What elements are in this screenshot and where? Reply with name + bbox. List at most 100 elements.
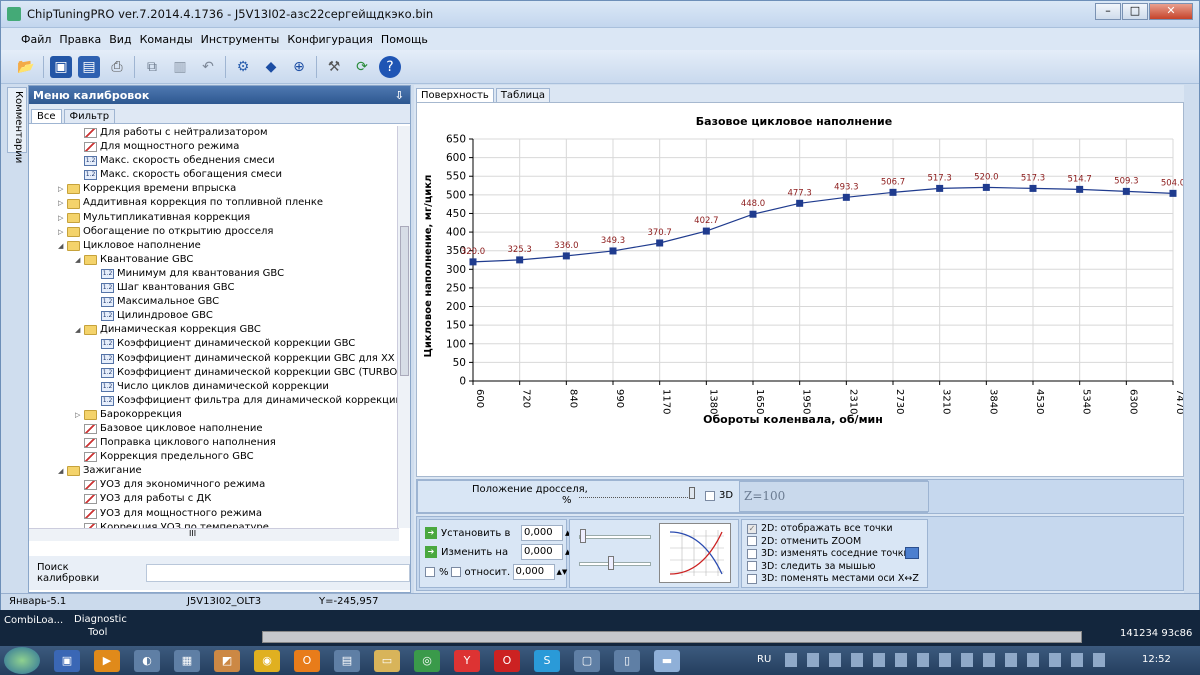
language-indicator[interactable]: RU [757,654,771,665]
bg-app-1[interactable]: CombiLoa... [4,615,63,626]
copy-icon[interactable]: ⧉ [141,56,163,78]
comments-side-tab[interactable]: Комментарии [7,87,27,163]
data-point[interactable] [842,193,850,201]
tab-surface[interactable]: Поверхность [416,88,494,102]
set-value-input[interactable]: 0,000 [521,525,563,541]
task-app-icon-3[interactable]: ◐ [134,649,160,672]
refresh-icon[interactable]: ⟳ [351,56,373,78]
data-point[interactable] [656,239,664,247]
tree-item[interactable]: 1.2 Максимальное GBC [29,295,399,309]
tree-item[interactable]: УОЗ для работы с ДК [29,492,399,506]
bg-app-2-line1[interactable]: Diagnostic [74,614,127,625]
task-ok-icon[interactable]: О [294,649,320,672]
tree-item[interactable]: Коррекция предельного GBC [29,450,399,464]
task-yandex-icon[interactable]: Y [454,649,480,672]
undo-icon[interactable]: ↶ [197,56,219,78]
tree-item[interactable]: УОЗ для экономичного режима [29,478,399,492]
close-button[interactable]: ✕ [1149,3,1193,20]
throttle-slider[interactable] [579,497,694,501]
task-app-icon-1[interactable]: ▣ [54,649,80,672]
task-app-icon-15[interactable]: ▯ [614,649,640,672]
data-point[interactable] [1122,187,1130,195]
grid-view-icon[interactable] [905,547,919,559]
option-edit-neighbors-checkbox[interactable] [747,548,757,559]
tree-item[interactable]: ▷ Барокоррекция [29,408,399,422]
slider-handle-1[interactable] [580,529,586,543]
tab-table[interactable]: Таблица [495,88,551,102]
tree-item[interactable]: 1.2 Макс. скорость обогащения смеси [29,168,399,182]
tree-item[interactable]: ◢ Динамическая коррекция GBC [29,323,399,337]
menu-help[interactable]: Помощь [381,33,428,46]
throttle-slider-handle[interactable] [689,487,695,499]
scroll-thumb[interactable] [400,226,409,376]
tree-item[interactable]: ◢ Зажигание [29,464,399,478]
tree-item[interactable]: 1.2 Коэффициент динамической коррекции GB… [29,352,399,366]
tree-item[interactable]: Для мощностного режима [29,140,399,154]
data-point[interactable] [1029,184,1037,192]
curve-preview-icon[interactable] [659,523,731,583]
maximize-button[interactable]: □ [1122,3,1148,20]
slider-track-1[interactable] [579,535,651,539]
help-icon[interactable]: ? [379,55,401,78]
data-point[interactable] [516,256,524,264]
save-as-icon[interactable]: ▤ [78,55,100,78]
expand-arrow-icon[interactable]: ◢ [75,253,84,267]
slider-handle-2[interactable] [608,556,614,570]
minimize-button[interactable]: – [1095,3,1121,20]
clock[interactable]: 12:52 [1142,654,1171,665]
tree-item[interactable]: 1.2 Макс. скорость обеднения смеси [29,154,399,168]
tree-item[interactable]: 1.2 Коэффициент фильтра для динамической … [29,394,399,408]
task-chrome-icon[interactable]: ◉ [254,649,280,672]
open-folder-icon[interactable]: 📂 [15,56,37,78]
expand-arrow-icon[interactable]: ◢ [75,323,84,337]
option-swap-axes-checkbox[interactable] [747,573,757,584]
tree-item[interactable]: 1.2 Коэффициент динамической коррекции GB… [29,337,399,351]
task-opera-icon[interactable]: O [494,649,520,672]
percent-checkbox[interactable] [425,567,435,577]
menu-configuration[interactable]: Конфигурация [287,33,373,46]
line-chart[interactable]: Базовое цикловое наполнение 0 50 100 150 200 2… [417,103,1185,476]
change-value-input[interactable]: 0,000 [521,544,563,560]
option-follow-mouse-checkbox[interactable] [747,561,757,571]
paste-icon[interactable]: ▥ [169,56,191,78]
tools-icon[interactable]: ⚒ [323,56,345,78]
task-folder-icon[interactable]: ▭ [374,649,400,672]
pin-icon[interactable]: ⇩ [395,89,404,102]
option-show-points-checkbox[interactable]: ✓ [747,523,757,534]
tree-item[interactable]: УОЗ для мощностного режима [29,507,399,521]
bg-scrollbar[interactable] [262,631,1082,643]
tree-item[interactable]: 1.2 Минимум для квантования GBC [29,267,399,281]
tree-item[interactable]: Базовое цикловое наполнение [29,422,399,436]
option-reset-zoom-checkbox[interactable] [747,536,757,546]
task-skype-icon[interactable]: S [534,649,560,672]
expand-arrow-icon[interactable]: ▷ [58,182,67,196]
task-app-icon-14[interactable]: ▢ [574,649,600,672]
menu-edit[interactable]: Правка [59,33,101,46]
data-point[interactable] [936,184,944,192]
tree-horizontal-scrollbar[interactable]: III [29,528,399,541]
task-app-icon-5[interactable]: ◩ [214,649,240,672]
tree-item[interactable]: Коррекция УОЗ по температуре [29,521,399,528]
menu-commands[interactable]: Команды [140,33,193,46]
change-apply-icon[interactable]: ➔ [425,546,437,558]
tree-item[interactable]: Для работы с нейтрализатором [29,126,399,140]
tree-item[interactable]: ▷ Обогащение по открытию дросселя [29,225,399,239]
tree-item[interactable]: ▷ Аддитивная коррекция по топливной пленк… [29,196,399,210]
data-point[interactable] [889,188,897,196]
expand-arrow-icon[interactable]: ▷ [58,196,67,210]
tree-vertical-scrollbar[interactable] [397,126,410,528]
expand-arrow-icon[interactable]: ◢ [58,464,67,478]
start-button[interactable] [4,647,40,674]
data-point[interactable] [1169,189,1177,197]
relative-value-input[interactable]: 0,000 [512,564,555,580]
task-app-icon-8[interactable]: ▤ [334,649,360,672]
data-point[interactable] [469,258,477,266]
menu-view[interactable]: Вид [109,33,131,46]
expand-arrow-icon[interactable]: ▷ [75,408,84,422]
calc-icon[interactable]: ⚙ [232,56,254,78]
relative-spinner[interactable]: ▲▼ [557,568,568,576]
expand-arrow-icon[interactable]: ▷ [58,211,67,225]
tree-item[interactable]: ▷ Мультипликативная коррекция [29,211,399,225]
task-chiptuning-icon[interactable]: ▬ [654,649,680,672]
relative-checkbox[interactable] [450,567,461,577]
